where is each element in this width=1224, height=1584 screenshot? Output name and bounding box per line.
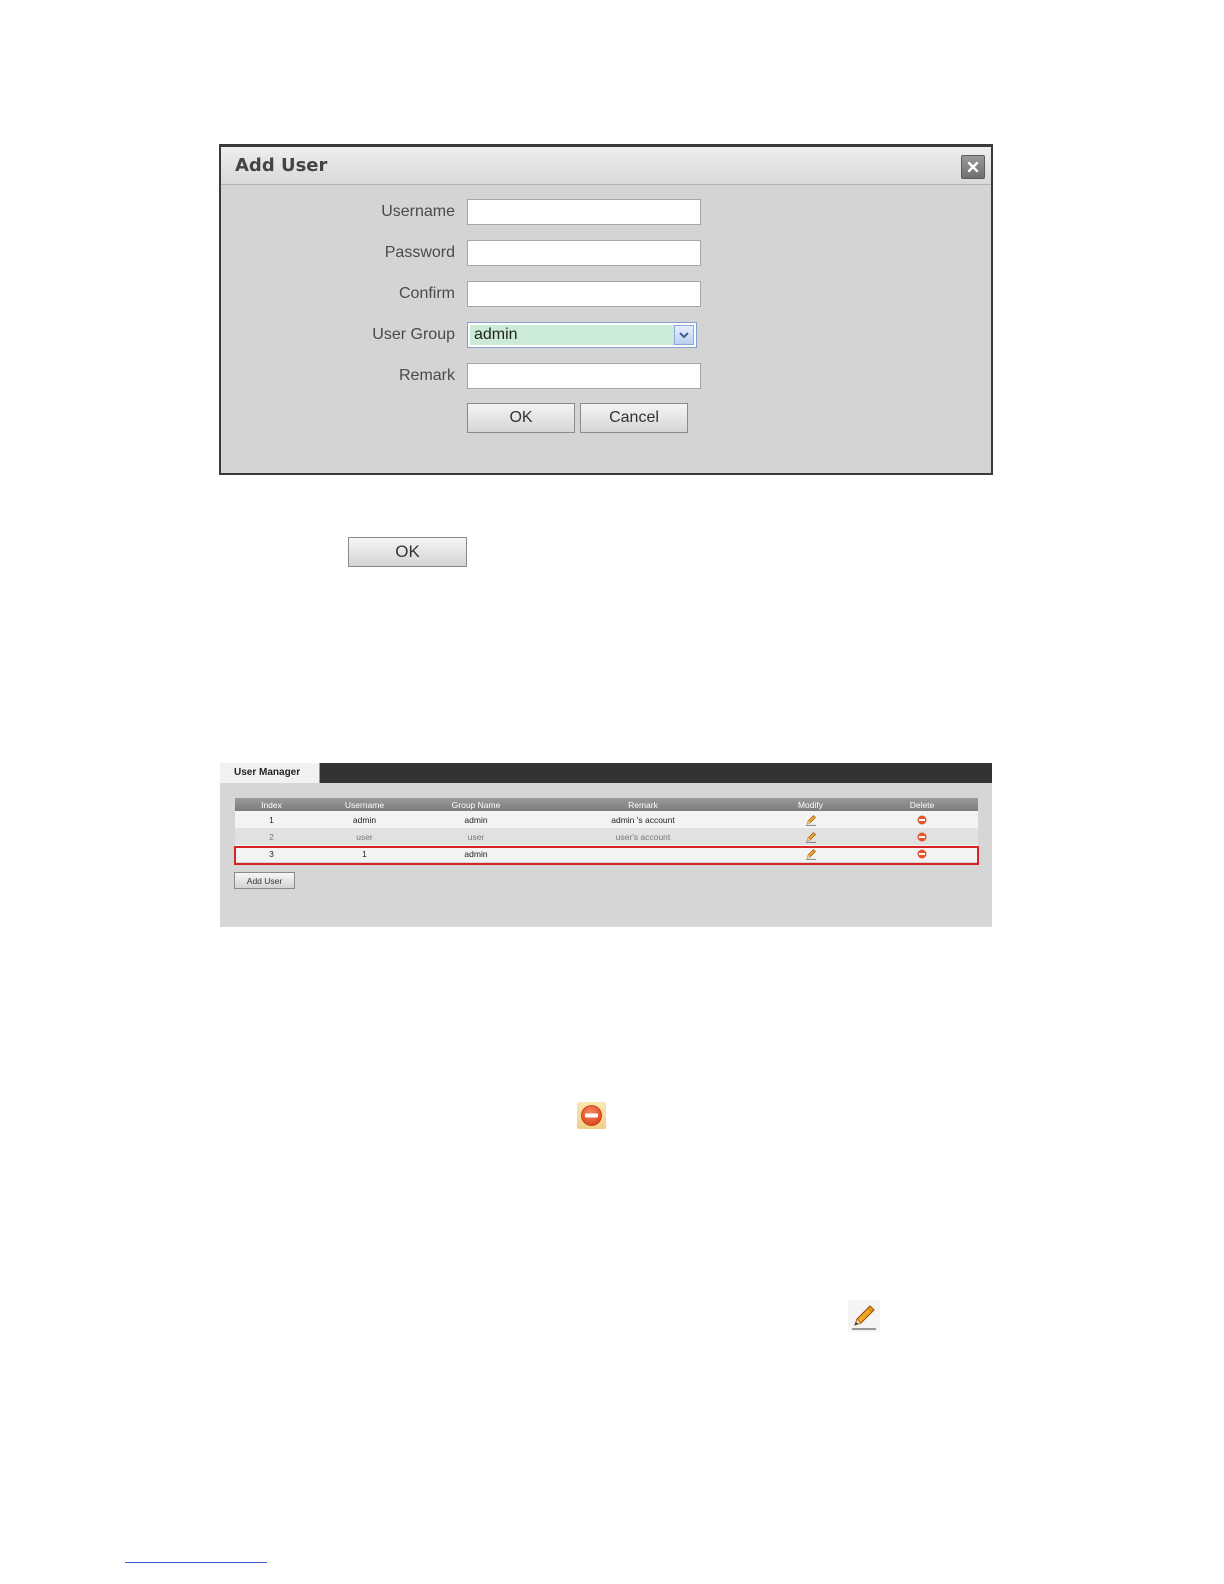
cell-index: 3	[269, 848, 274, 859]
confirm-row: Confirm	[221, 281, 991, 311]
remark-row: Remark	[221, 363, 991, 393]
chevron-down-icon	[679, 332, 689, 339]
minus-circle-icon	[577, 1102, 606, 1129]
confirm-input[interactable]	[467, 281, 701, 307]
minus-circle-icon	[917, 832, 927, 841]
confirm-label: Confirm	[398, 285, 455, 302]
footer-link[interactable]	[125, 1552, 267, 1563]
dialog-titlebar: Add User	[221, 147, 991, 185]
pencil-icon	[805, 831, 816, 843]
cell-remark	[531, 845, 755, 862]
remark-input[interactable]	[467, 363, 701, 389]
dialog-title: Add User	[235, 155, 328, 176]
column-header: Username	[344, 799, 385, 810]
user-table: Index Username Group Name Remark Modify …	[235, 798, 978, 862]
add-user-dialog: Add User Username Password Confirm User …	[219, 144, 993, 475]
close-button[interactable]	[961, 155, 985, 179]
username-input[interactable]	[467, 199, 701, 225]
ok-button-illustration[interactable]: OK	[348, 537, 467, 567]
user-group-row: User Group admin	[221, 322, 991, 352]
user-group-value: admin	[470, 325, 674, 345]
delete-button[interactable]	[866, 811, 978, 828]
minus-circle-icon	[917, 815, 927, 824]
cell-index: 1	[269, 814, 274, 825]
remark-label: Remark	[398, 367, 455, 384]
username-row: Username	[221, 199, 991, 229]
close-icon	[967, 161, 979, 173]
ok-button[interactable]: OK	[467, 403, 575, 433]
table-row: 1 admin admin admin 's account	[235, 811, 978, 828]
column-header: Group Name	[451, 799, 501, 810]
password-label: Password	[384, 244, 455, 261]
cell-username: admin	[352, 814, 377, 825]
cell-group: admin	[464, 814, 488, 825]
user-manager-panel: User Manager Index Username Group Name R…	[220, 763, 992, 927]
cell-remark: admin 's account	[611, 814, 675, 825]
add-user-button[interactable]: Add User	[234, 872, 295, 889]
table-header: Index Username Group Name Remark Modify …	[235, 798, 978, 811]
table-row: 3 1 admin	[235, 845, 978, 862]
cell-username: user	[356, 831, 373, 842]
cell-remark: user's account	[615, 831, 671, 842]
password-input[interactable]	[467, 240, 701, 266]
pencil-icon	[805, 848, 816, 860]
username-label: Username	[381, 203, 455, 220]
cell-group: user	[467, 831, 485, 842]
column-header: Modify	[797, 799, 824, 810]
column-header: Remark	[628, 799, 658, 810]
table-row: 2 user user user's account	[235, 828, 978, 845]
pencil-icon	[848, 1300, 880, 1332]
cell-index: 2	[269, 831, 274, 842]
cell-group: admin	[464, 848, 488, 859]
cancel-button[interactable]: Cancel	[580, 403, 688, 433]
modify-button[interactable]	[755, 811, 866, 828]
dropdown-toggle[interactable]	[674, 325, 694, 345]
delete-button[interactable]	[866, 845, 978, 862]
modify-button[interactable]	[755, 828, 866, 845]
minus-circle-icon	[917, 849, 927, 858]
cell-username: 1	[362, 848, 367, 859]
delete-button[interactable]	[866, 828, 978, 845]
user-group-select[interactable]: admin	[467, 322, 697, 348]
tab-user-manager[interactable]: User Manager	[220, 763, 320, 783]
user-group-label: User Group	[372, 326, 455, 343]
column-header: Delete	[909, 799, 935, 810]
panel-header	[220, 763, 992, 783]
modify-button[interactable]	[755, 845, 866, 862]
password-row: Password	[221, 240, 991, 270]
column-header: Index	[261, 799, 282, 810]
pencil-icon	[805, 814, 816, 826]
